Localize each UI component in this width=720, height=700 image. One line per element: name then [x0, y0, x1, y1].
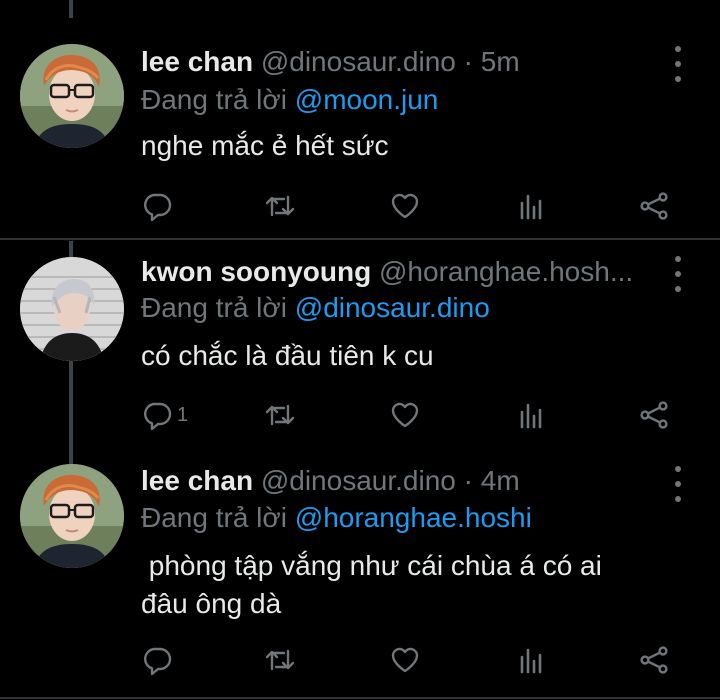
- display-name[interactable]: kwon soonyoung: [141, 256, 371, 287]
- heart-icon: [389, 190, 421, 222]
- replying-to: Đang trả lời @moon.jun: [141, 80, 438, 120]
- share-icon: [638, 399, 670, 431]
- tweet-text: nghe mắc ẻ hết sức: [141, 130, 389, 161]
- retweet-icon: [264, 399, 296, 431]
- reply-count: 1: [177, 403, 189, 426]
- like-button[interactable]: [389, 186, 421, 226]
- avatar[interactable]: [20, 44, 124, 148]
- reply-button[interactable]: [141, 186, 177, 226]
- replying-to: Đang trả lời @horanghae.hoshi: [141, 498, 532, 538]
- username-handle[interactable]: @dinosaur.dino: [261, 465, 456, 496]
- action-bar: [0, 640, 720, 680]
- views-button[interactable]: [515, 186, 547, 226]
- replying-to: Đang trả lời @dinosaur.dino: [141, 288, 490, 328]
- retweet-button[interactable]: [264, 640, 296, 680]
- more-options-icon[interactable]: [666, 256, 690, 292]
- separator-dot: ·: [463, 465, 473, 496]
- reply-mention-link[interactable]: @horanghae.hoshi: [295, 502, 532, 533]
- share-icon: [638, 644, 670, 676]
- replying-to-label: Đang trả lời: [141, 292, 287, 323]
- action-bar: 1: [0, 395, 720, 435]
- analytics-icon: [515, 399, 547, 431]
- avatar[interactable]: [20, 464, 124, 568]
- reply-mention-link[interactable]: @moon.jun: [295, 84, 439, 115]
- display-name[interactable]: lee chan: [141, 46, 253, 77]
- share-button[interactable]: [638, 186, 670, 226]
- tweet[interactable]: lee chan @dinosaur.dino · 5m Đang trả lờ…: [0, 0, 720, 238]
- retweet-button[interactable]: [264, 186, 296, 226]
- timestamp[interactable]: 5m: [481, 46, 520, 77]
- views-button[interactable]: [515, 640, 547, 680]
- replying-to-label: Đang trả lời: [141, 84, 287, 115]
- like-button[interactable]: [389, 640, 421, 680]
- user-avatar-icon: [20, 44, 124, 148]
- analytics-icon: [515, 190, 547, 222]
- like-button[interactable]: [389, 395, 421, 435]
- more-options-icon[interactable]: [666, 466, 690, 502]
- share-button[interactable]: [638, 395, 670, 435]
- avatar[interactable]: [20, 257, 124, 361]
- views-button[interactable]: [515, 395, 547, 435]
- action-bar: [0, 186, 720, 226]
- retweet-icon: [264, 190, 296, 222]
- display-name[interactable]: lee chan: [141, 465, 253, 496]
- username-handle[interactable]: @horanghae.hosh...: [379, 256, 633, 287]
- user-avatar-icon: [20, 464, 124, 568]
- tweet[interactable]: lee chan @dinosaur.dino · 4m Đang trả lờ…: [0, 450, 720, 700]
- tweet-text: phòng tập vắng như cái chùa á có ai đâu …: [141, 550, 610, 619]
- timestamp[interactable]: 4m: [481, 465, 520, 496]
- more-options-icon[interactable]: [666, 46, 690, 82]
- share-button[interactable]: [638, 640, 670, 680]
- divider: [0, 697, 720, 699]
- share-icon: [638, 190, 670, 222]
- reply-icon: [141, 399, 173, 431]
- separator-dot: ·: [463, 46, 473, 77]
- reply-button[interactable]: [141, 640, 177, 680]
- reply-icon: [141, 644, 173, 676]
- retweet-icon: [264, 644, 296, 676]
- tweet-header: kwon soonyoung @horanghae.hosh...: [141, 252, 660, 292]
- reply-mention-link[interactable]: @dinosaur.dino: [295, 292, 490, 323]
- tweet[interactable]: kwon soonyoung @horanghae.hosh... Đang t…: [0, 240, 720, 450]
- heart-icon: [389, 644, 421, 676]
- tweet-header: lee chan @dinosaur.dino · 5m: [141, 42, 660, 82]
- tweet-header: lee chan @dinosaur.dino · 4m: [141, 461, 660, 501]
- user-avatar-icon: [20, 257, 124, 361]
- username-handle[interactable]: @dinosaur.dino: [261, 46, 456, 77]
- analytics-icon: [515, 644, 547, 676]
- tweet-text: có chắc là đầu tiên k cu: [141, 340, 434, 371]
- heart-icon: [389, 399, 421, 431]
- reply-button[interactable]: 1: [141, 395, 188, 435]
- reply-icon: [141, 190, 173, 222]
- replying-to-label: Đang trả lời: [141, 502, 287, 533]
- retweet-button[interactable]: [264, 395, 296, 435]
